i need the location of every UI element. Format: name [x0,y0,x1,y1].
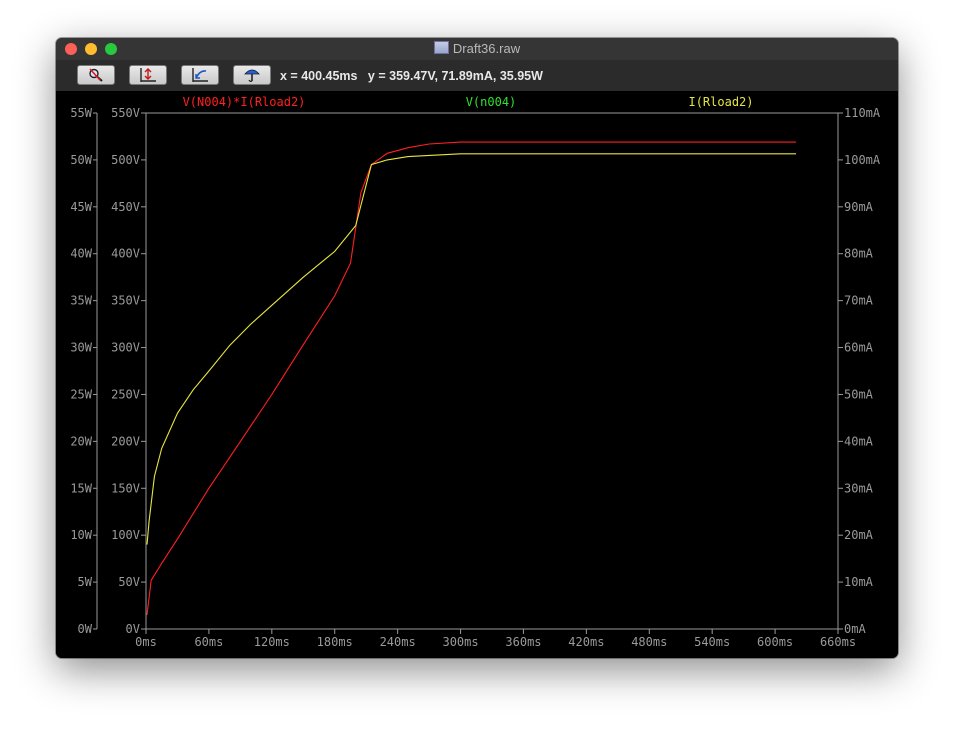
waveform-chart[interactable]: 0W 0V 0mA 5W 50V 10mA 10W 100V 20mA 15W 150V 30mA 20… [56,92,898,658]
current-tick-label: 0mA [844,622,866,636]
current-tick-label: 90mA [844,200,874,214]
window-title: Draft36.raw [56,41,898,56]
current-tick-label: 30mA [844,481,874,495]
current-tick-label: 20mA [844,528,874,542]
current-tick-label: 40mA [844,434,874,448]
legend-power[interactable]: V(N004)*I(Rload2) [183,95,306,109]
probe-icon [244,69,260,82]
power-tick-label: 20W [70,434,92,448]
current-tick-label: 50mA [844,387,874,401]
voltage-tick-label: 150V [111,481,140,495]
magnifier-icon [89,68,103,82]
x-tick-label: 480ms [631,635,667,649]
x-tick-label: 240ms [380,635,416,649]
x-tick-label: 60ms [194,635,223,649]
power-tick-label: 40W [70,247,92,261]
voltage-tick-label: 350V [111,294,140,308]
current-tick-label: 70mA [844,294,874,308]
power-tick-label: 50W [70,153,92,167]
power-tick-label: 15W [70,481,92,495]
power-tick-label: 35W [70,294,92,308]
autorange-y-button[interactable] [129,65,167,85]
x-tick-label: 600ms [757,635,793,649]
current-tick-label: 10mA [844,575,874,589]
zoom-tool-button[interactable] [77,65,115,85]
current-tick-label: 110mA [844,106,881,120]
voltage-tick-label: 100V [111,528,140,542]
power-tick-label: 30W [70,341,92,355]
voltage-tick-label: 500V [111,153,140,167]
power-trace[interactable] [146,141,797,615]
x-tick-label: 420ms [568,635,604,649]
current-tick-label: 60mA [844,341,874,355]
title-bar: Draft36.raw [56,38,898,61]
voltage-tick-label: 300V [111,341,140,355]
probe-button[interactable] [233,65,271,85]
power-tick-label: 55W [70,106,92,120]
voltage-tick-label: 250V [111,387,140,401]
zoom-back-icon [192,68,208,82]
voltage-tick-label: 400V [111,247,140,261]
voltage-tick-label: 450V [111,200,140,214]
app-window: Draft36.raw x = 400.45ms y = 359.47V, 71… [56,38,898,658]
plot-frame [145,112,839,630]
power-tick-label: 5W [78,575,93,589]
voltage-tick-label: 0V [126,622,140,636]
voltage-tick-label: 200V [111,434,140,448]
power-tick-label: 0W [78,622,93,636]
window-title-text: Draft36.raw [452,41,521,56]
x-tick-label: 120ms [254,635,290,649]
x-tick-label: 300ms [442,635,478,649]
current-tick-label: 80mA [844,247,874,261]
autorange-icon [140,68,156,82]
power-tick-label: 10W [70,528,92,542]
power-tick-label: 25W [70,387,92,401]
current-tick-label: 100mA [844,153,881,167]
x-tick-label: 360ms [505,635,541,649]
plot-area[interactable]: 0W 0V 0mA 5W 50V 10mA 10W 100V 20mA 15W 150V 30mA 20… [56,92,898,658]
x-tick-label: 0ms [135,635,157,649]
x-tick-label: 540ms [694,635,730,649]
zoom-back-button[interactable] [181,65,219,85]
voltage-tick-label: 550V [111,106,140,120]
power-tick-label: 45W [70,200,92,214]
x-tick-label: 180ms [317,635,353,649]
voltage-tick-label: 50V [118,575,140,589]
waveform-file-icon [433,41,449,54]
current-trace[interactable] [146,153,797,545]
legend-current[interactable]: I(Rload2) [688,95,753,109]
x-tick-label: 660ms [820,635,856,649]
legend-voltage[interactable]: V(n004) [466,95,517,109]
toolbar: x = 400.45ms y = 359.47V, 71.89mA, 35.95… [56,61,898,91]
cursor-readout: x = 400.45ms y = 359.47V, 71.89mA, 35.95… [280,69,543,83]
